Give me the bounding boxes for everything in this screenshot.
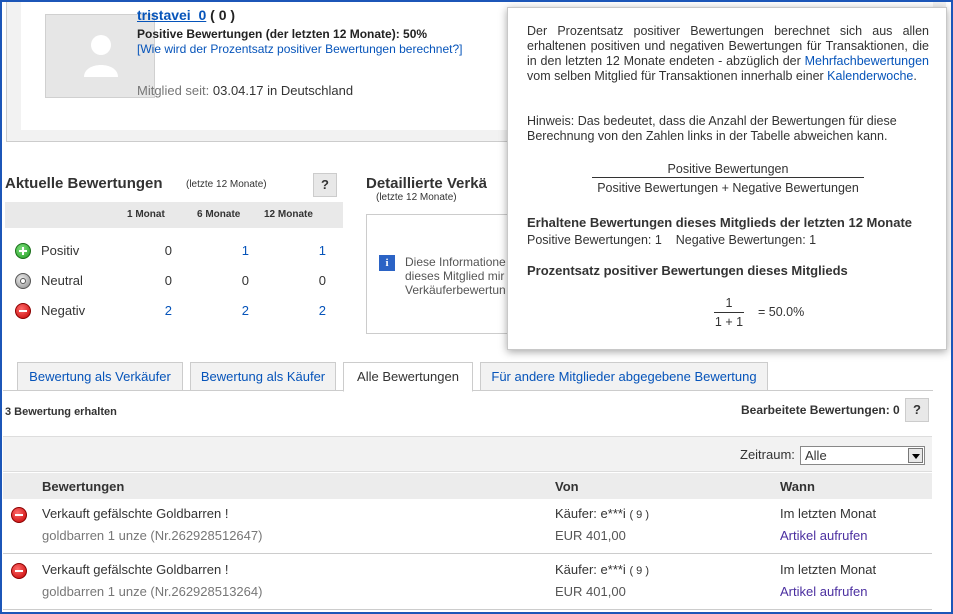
member-since: Mitglied seit: 03.04.17 in Deutschland: [137, 83, 353, 98]
rating-row-positive: Positiv 0 1 1: [5, 238, 343, 268]
rating-label: Negativ: [41, 303, 86, 318]
col-1-month: 1 Monat: [127, 209, 165, 220]
tab-all-ratings[interactable]: Alle Bewertungen: [343, 362, 473, 392]
received-ratings-counts: Positive Bewertungen: 1 Negative Bewertu…: [527, 233, 816, 247]
feedback-row: Verkauft gefälschte Goldbarren ! goldbar…: [3, 555, 932, 610]
tab-seller-ratings[interactable]: Bewertung als Verkäufer: [17, 362, 183, 391]
feedback-when: Im letzten Monat: [780, 562, 877, 577]
feedback-comment: Verkauft gefälschte Goldbarren !: [42, 562, 229, 577]
detailed-info-text: Diese Informatione dieses Mitglied mir V…: [405, 255, 506, 297]
feedback-buyer: Käufer: e***i ( 9 ): [555, 506, 649, 521]
feedback-comment: Verkauft gefälschte Goldbarren !: [42, 506, 229, 521]
tooltip-text: vom selben Mitglied für Transaktionen in…: [527, 69, 828, 83]
period-selected: Alle: [805, 448, 827, 463]
positive-6-months-link[interactable]: 1: [219, 243, 249, 258]
buyer-name[interactable]: Käufer: e***i: [555, 506, 626, 521]
negative-icon: [11, 563, 27, 579]
tooltip-text: .: [913, 69, 917, 83]
feedback-item: goldbarren 1 unze (Nr.262928513264): [42, 584, 263, 599]
result-numerator: 1: [714, 296, 744, 313]
feedback-buyer: Käufer: e***i ( 9 ): [555, 562, 649, 577]
formula-denominator: Positive Bewertungen + Negative Bewertun…: [597, 181, 859, 195]
period-select[interactable]: Alle: [800, 446, 925, 465]
feedback-price: EUR 401,00: [555, 584, 626, 599]
detailed-info-box: i Diese Informatione dieses Mitglied mir…: [366, 214, 516, 334]
info-line: Diese Informatione: [405, 255, 506, 269]
feedback-row: Verkauft gefälschte Goldbarren ! goldbar…: [3, 499, 932, 554]
received-ratings-heading: Erhaltene Bewertungen dieses Mitglieds d…: [527, 215, 913, 230]
negative-count: Negative Bewertungen: 1: [675, 233, 817, 247]
feedback-when: Im letzten Monat: [780, 506, 877, 521]
positive-count: Positive Bewertungen: 1: [527, 233, 662, 247]
col-12-months: 12 Monate: [264, 209, 313, 220]
rating-label: Neutral: [41, 273, 83, 288]
neutral-12-months: 0: [318, 273, 326, 288]
tab-given-ratings[interactable]: Für andere Mitglieder abgegebene Bewertu…: [480, 362, 768, 391]
negative-icon: [11, 507, 27, 523]
result-denominator: 1 + 1: [714, 315, 744, 329]
rating-row-neutral: Neutral 0 0 0: [5, 268, 343, 298]
rating-label: Positiv: [41, 243, 80, 258]
info-icon: i: [379, 255, 395, 271]
detailed-ratings-title: Detaillierte Verkä: [366, 175, 487, 192]
col-6-months: 6 Monate: [197, 209, 241, 220]
negative-6-months-link[interactable]: 2: [219, 303, 249, 318]
buyer-score: ( 9 ): [629, 509, 650, 521]
current-ratings-help-button[interactable]: ?: [313, 173, 337, 197]
info-line: Verkäuferbewertun: [405, 283, 506, 297]
positive-percentage: Positive Bewertungen (der letzten 12 Mon…: [137, 27, 428, 41]
current-ratings-subtitle: (letzte 12 Monate): [186, 179, 267, 190]
detailed-ratings-subtitle: (letzte 12 Monate): [376, 192, 457, 203]
info-line: dieses Mitglied mir: [405, 269, 505, 283]
result-value: = 50.0%: [758, 305, 805, 319]
percentage-explanation-link[interactable]: [Wie wird der Prozentsatz positiver Bewe…: [137, 42, 463, 56]
percentage-tooltip: Der Prozentsatz positiver Bewertungen be…: [507, 7, 947, 350]
buyer-score: ( 9 ): [629, 565, 650, 577]
positive-icon: [15, 243, 31, 259]
header-from: Von: [555, 479, 579, 494]
chevron-down-icon[interactable]: [908, 448, 923, 463]
buyer-name[interactable]: Käufer: e***i: [555, 562, 626, 577]
feedback-item: goldbarren 1 unze (Nr.262928512647): [42, 528, 263, 543]
multiple-ratings-link[interactable]: Mehrfachbewertungen: [805, 54, 929, 68]
list-header: Bewertungen Von Wann: [3, 473, 932, 499]
header-ratings: Bewertungen: [42, 479, 125, 494]
rating-row-negative: Negativ 2 2 2: [5, 298, 343, 328]
current-ratings-title: Aktuelle Bewertungen: [5, 175, 163, 192]
calendar-week-link[interactable]: Kalenderwoche: [827, 69, 913, 83]
feedback-price: EUR 401,00: [555, 528, 626, 543]
negative-1-month-link[interactable]: 2: [142, 303, 172, 318]
tooltip-explanation: Der Prozentsatz positiver Bewertungen be…: [527, 24, 929, 84]
positive-1-month: 0: [164, 243, 172, 258]
feedback-score: ( 0 ): [210, 7, 236, 23]
username-line: tristavei_0 ( 0 ): [137, 7, 235, 23]
received-count: 3 Bewertung erhalten: [5, 406, 117, 418]
neutral-icon: [15, 273, 31, 289]
current-ratings-table: 1 Monat 6 Monate 12 Monate Positiv 0 1 1…: [5, 202, 343, 328]
negative-icon: [15, 303, 31, 319]
member-since-value: 03.04.17 in Deutschland: [212, 83, 354, 98]
neutral-6-months: 0: [241, 273, 249, 288]
negative-12-months-link[interactable]: 2: [296, 303, 326, 318]
edited-count: Bearbeitete Bewertungen: 0: [741, 403, 900, 417]
view-item-link[interactable]: Artikel aufrufen: [780, 528, 867, 543]
percentage-heading: Prozentsatz positiver Bewertungen dieses…: [527, 263, 848, 278]
tab-buyer-ratings[interactable]: Bewertung als Käufer: [190, 362, 336, 391]
neutral-1-month: 0: [164, 273, 172, 288]
table-header: 1 Monat 6 Monate 12 Monate: [5, 202, 343, 228]
formula-numerator: Positive Bewertungen: [592, 162, 864, 178]
header-when: Wann: [780, 479, 815, 494]
positive-12-months-link[interactable]: 1: [296, 243, 326, 258]
filter-bar: Zeitraum: Alle: [3, 436, 932, 472]
username-link[interactable]: tristavei_0: [137, 7, 206, 23]
user-silhouette-icon: [84, 35, 118, 77]
view-item-link[interactable]: Artikel aufrufen: [780, 584, 867, 599]
tooltip-note: Hinweis: Das bedeutet, dass die Anzahl d…: [527, 114, 897, 143]
edited-help-button[interactable]: ?: [905, 398, 929, 422]
period-label: Zeitraum:: [740, 447, 795, 462]
member-since-label: Mitglied seit:: [137, 83, 210, 98]
